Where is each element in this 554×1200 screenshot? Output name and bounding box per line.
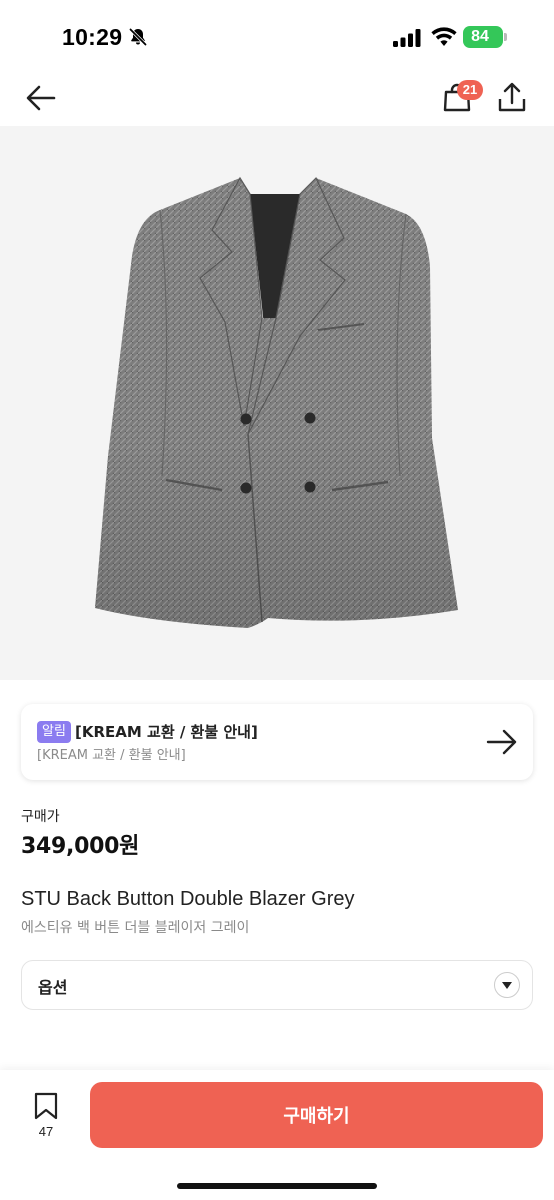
arrow-right-icon: [486, 729, 517, 755]
price-value: 349,000원: [21, 834, 140, 859]
status-time: 10:29: [62, 24, 123, 50]
notice-banner[interactable]: 알림 [KREAM 교환 / 환불 안내] [KREAM 교환 / 환불 안내]: [21, 704, 533, 780]
buy-button[interactable]: 구매하기: [90, 1082, 543, 1148]
notice-tag: 알림: [37, 721, 71, 743]
status-bar: 10:29 84: [0, 0, 554, 72]
product-image[interactable]: [0, 126, 554, 680]
home-indicator: [177, 1183, 377, 1189]
option-label: 옵션: [38, 978, 68, 997]
bottom-action-bar: 47 구매하기: [0, 1070, 554, 1200]
price-label: 구매가: [21, 809, 60, 825]
chevron-down-icon: [494, 972, 520, 998]
arrow-left-icon: [26, 85, 56, 111]
cellular-signal-icon: [393, 29, 421, 47]
battery-level: 84: [471, 28, 489, 45]
bookmark-button[interactable]: 47: [20, 1086, 72, 1146]
bell-slash-icon: [129, 28, 147, 46]
blazer-image: [95, 176, 458, 628]
cart-count-badge: 21: [457, 80, 483, 100]
option-select[interactable]: 옵션: [21, 960, 533, 1010]
product-name-korean: 에스티유 백 버튼 더블 블레이저 그레이: [21, 920, 250, 936]
notice-subtitle: [KREAM 교환 / 환불 안내]: [37, 748, 186, 763]
share-button[interactable]: [494, 78, 530, 118]
bookmark-icon: [34, 1092, 58, 1120]
product-name: STU Back Button Double Blazer Grey: [21, 888, 355, 910]
notice-title: [KREAM 교환 / 환불 안내]: [75, 723, 258, 741]
wifi-icon: [431, 27, 457, 46]
bookmark-count: 47: [38, 1124, 54, 1139]
top-navigation: 21: [0, 72, 554, 126]
share-icon: [498, 82, 526, 112]
back-button[interactable]: [22, 80, 60, 116]
battery-charging-icon: 84: [463, 26, 507, 48]
